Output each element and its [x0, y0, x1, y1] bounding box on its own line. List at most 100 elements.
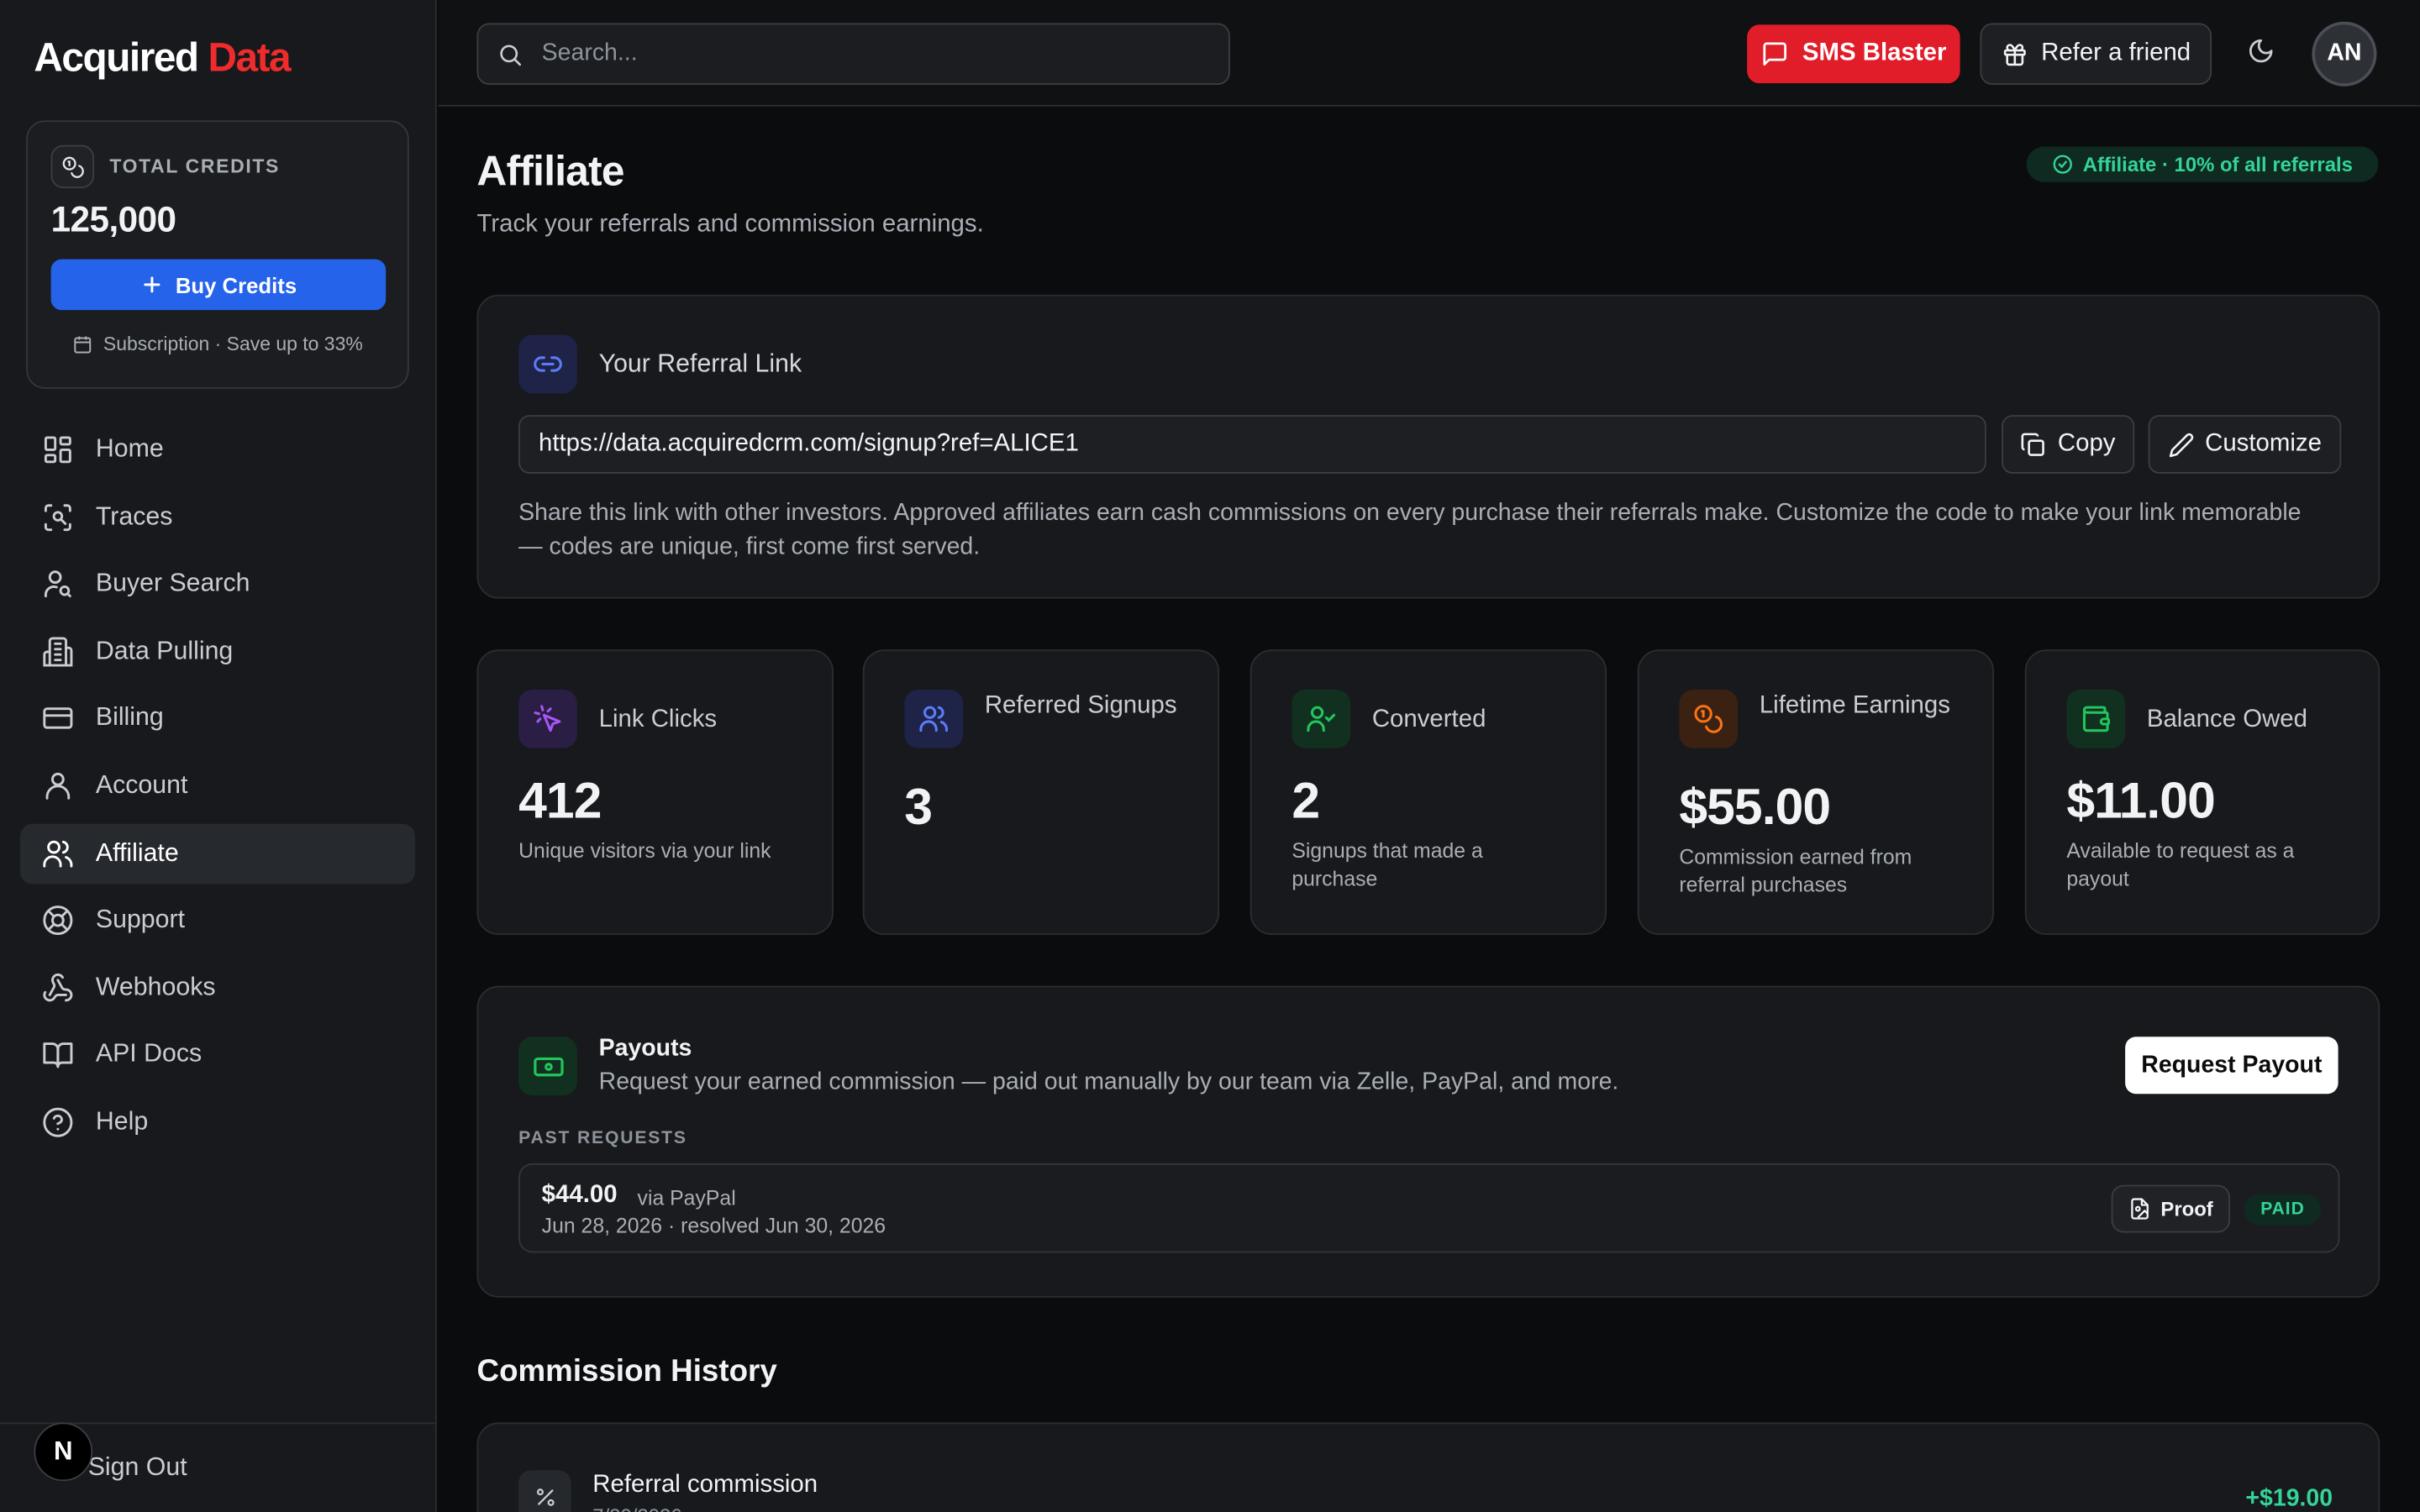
message-square-icon — [1763, 42, 1786, 66]
proof-label: Proof — [2160, 1197, 2213, 1221]
stat-value: 3 — [904, 777, 933, 835]
sidebar-item-billing[interactable]: Billing — [20, 689, 415, 749]
past-requests-label: PAST REQUESTS — [518, 1129, 687, 1148]
subscription-label: Subscription · Save up to 33% — [103, 333, 363, 355]
sidebar-item-home[interactable]: Home — [20, 420, 415, 480]
search-input[interactable] — [541, 39, 1160, 68]
stat-card-lifetime-earnings: Lifetime Earnings $55.00 Commission earn… — [1637, 649, 1995, 936]
sidebar-item-data-pulling[interactable]: Data Pulling — [20, 622, 415, 682]
sidebar-item-label: Account — [95, 771, 188, 800]
credit-card-icon — [43, 707, 73, 730]
proof-button[interactable]: Proof — [2111, 1184, 2231, 1233]
buy-credits-button[interactable]: Buy Credits — [50, 259, 387, 311]
payout-amount: $44.00 — [541, 1181, 618, 1209]
plus-icon — [143, 276, 160, 293]
sidebar-item-label: Home — [95, 434, 164, 464]
wallet-icon — [2066, 690, 2126, 748]
user-check-icon — [1292, 690, 1351, 748]
sidebar-item-label: Support — [95, 906, 186, 934]
search-bar[interactable] — [476, 23, 1230, 86]
sidebar-item-account[interactable]: Account — [20, 756, 415, 816]
stat-label: Converted — [1371, 706, 1486, 733]
sidebar-item-affiliate[interactable]: Affiliate — [19, 822, 416, 884]
avatar[interactable]: AN — [2312, 21, 2377, 87]
sidebar-item-webhooks[interactable]: Webhooks — [20, 958, 415, 1018]
theme-toggle[interactable] — [2247, 37, 2275, 72]
link-icon — [518, 334, 577, 394]
commission-label: Referral commission — [592, 1472, 818, 1499]
brand-logo-part1: Acquired — [34, 34, 199, 81]
payout-dates: Jun 28, 2026 · resolved Jun 30, 2026 — [541, 1214, 886, 1238]
users-icon — [43, 839, 73, 867]
credits-label: TOTAL CREDITS — [109, 155, 281, 178]
book-icon — [43, 1042, 73, 1068]
copy-button[interactable]: Copy — [2002, 415, 2135, 474]
referral-description: Share this link with other investors. Ap… — [518, 500, 2302, 560]
pencil-icon — [2169, 432, 2193, 457]
payouts-title: Payouts — [598, 1035, 692, 1062]
check-circle-icon — [2052, 155, 2072, 174]
coins-icon — [50, 144, 95, 189]
sidebar-item-label: Help — [95, 1107, 149, 1136]
calendar-icon — [74, 335, 92, 353]
commission-amount: +$19.00 — [2245, 1485, 2333, 1512]
sign-out-button[interactable]: Sign Out — [88, 1453, 187, 1483]
sidebar-nav: Home Traces Buyer Search Data Pulling Bi… — [19, 420, 416, 1160]
stat-label: Lifetime Earnings — [1759, 692, 1950, 719]
subscription-link[interactable]: Subscription · Save up to 33% — [28, 333, 408, 355]
stat-description: Unique visitors via your link — [518, 839, 771, 863]
sidebar-item-label: Buyer Search — [95, 570, 250, 598]
request-payout-button[interactable]: Request Payout — [2125, 1037, 2338, 1095]
scan-face-icon — [44, 503, 71, 531]
percent-icon — [518, 1470, 571, 1512]
webhook-icon — [43, 973, 73, 1001]
stat-value: 2 — [1292, 771, 1320, 829]
sidebar-item-help[interactable]: Help — [20, 1092, 415, 1152]
life-buoy-icon — [43, 906, 73, 936]
customize-button[interactable]: Customize — [2148, 415, 2342, 474]
stat-label: Balance Owed — [2146, 706, 2307, 733]
stat-card-converted: Converted 2 Signups that made a purchase — [1249, 649, 1607, 936]
sidebar-item-label: Webhooks — [95, 973, 216, 1001]
user-icon — [45, 772, 71, 800]
file-image-icon — [2131, 1198, 2149, 1220]
sidebar-item-support[interactable]: Support — [20, 890, 415, 951]
stat-description: Available to request as a payout — [2066, 839, 2295, 890]
cursor-click-icon — [518, 690, 577, 748]
stat-description: Signups that made a purchase — [1292, 839, 1483, 890]
users-icon — [904, 690, 964, 748]
copy-icon — [2022, 432, 2045, 455]
sidebar-item-label: API Docs — [95, 1040, 203, 1068]
stat-value: 412 — [518, 771, 602, 829]
referral-link-field[interactable] — [518, 415, 1986, 474]
brand-logo[interactable]: Acquired Data — [34, 34, 291, 81]
sidebar-item-buyer-search[interactable]: Buyer Search — [20, 554, 415, 615]
stat-label: Link Clicks — [598, 706, 718, 733]
sidebar-item-traces[interactable]: Traces — [20, 487, 415, 548]
sms-blaster-button[interactable]: SMS Blaster — [1747, 24, 1960, 84]
page-title: Affiliate — [476, 148, 625, 195]
top-header: SMS Blaster Refer a friend AN — [438, 0, 2420, 107]
banknote-icon — [518, 1037, 577, 1096]
dev-tools-badge[interactable]: N — [34, 1422, 93, 1482]
stat-value: $55.00 — [1679, 777, 1831, 835]
help-circle-icon — [43, 1107, 73, 1137]
commission-date: 7/30/2026 — [592, 1504, 681, 1512]
brand-logo-part2: Data — [208, 34, 291, 81]
payout-method: via PayPal — [637, 1186, 736, 1210]
refer-friend-button[interactable]: Refer a friend — [1980, 23, 2212, 86]
referral-link-title: Your Referral Link — [598, 349, 802, 378]
affiliate-status-label: Affiliate · 10% of all referrals — [2082, 152, 2353, 176]
referral-link-card: Your Referral Link Copy Customize Share … — [476, 294, 2381, 599]
buy-credits-label: Buy Credits — [175, 272, 297, 297]
gift-icon — [2002, 43, 2025, 66]
sidebar-item-api-docs[interactable]: API Docs — [20, 1025, 415, 1085]
credits-value: 125,000 — [50, 198, 176, 239]
commission-history-title: Commission History — [476, 1354, 777, 1389]
stat-label: Referred Signups — [984, 692, 1177, 719]
sidebar-item-label: Affiliate — [95, 838, 179, 867]
page-subtitle: Track your referrals and commission earn… — [476, 211, 984, 238]
payouts-subtitle: Request your earned commission — paid ou… — [598, 1068, 1619, 1096]
sidebar-item-label: Traces — [95, 502, 173, 531]
stat-card-balance-owed: Balance Owed $11.00 Available to request… — [2024, 649, 2381, 936]
